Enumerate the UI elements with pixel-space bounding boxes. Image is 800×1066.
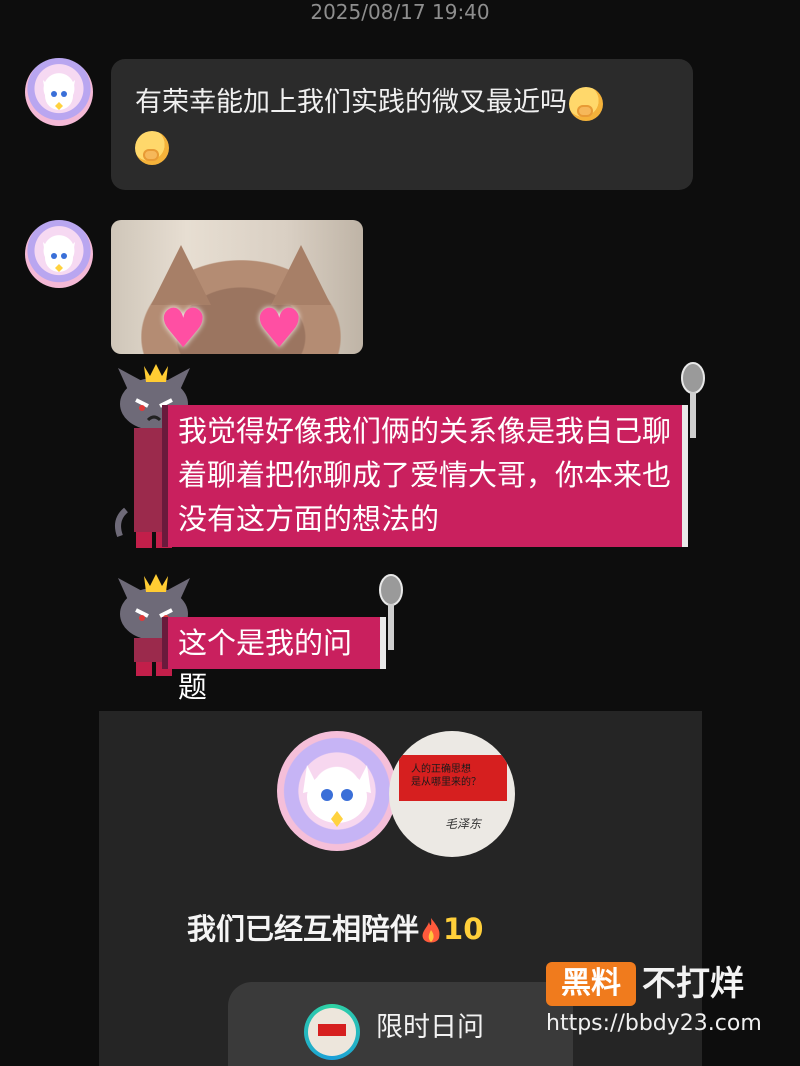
sticker-line: 我觉得好像我们俩的关系像是我自己聊 [178,414,672,448]
flame-icon [422,918,440,943]
message-text: 有荣幸能加上我们实践的微叉最近吗 [135,87,567,118]
cat-ear-right [271,245,331,305]
red-quote-label: 人的正确思想 是从哪里来的？ [399,755,507,801]
companionship-days: 10 [443,912,484,946]
message-timestamp: 2025/08/17 19:40 [310,0,490,24]
cat-avatar-icon [303,765,371,827]
watermark-badge: 黑料 [546,962,636,1006]
question-avatar-ring [304,1004,360,1060]
watermark-url: https://bbdy23.com [546,1011,762,1036]
quote-line: 人的正确思想 [411,764,471,775]
my-avatar [277,731,397,851]
quote-line: 是从哪里来的？ [411,777,481,788]
site-watermark: 黑料 不打烊 [546,962,776,1008]
heart-icon: ♥ [159,297,208,355]
partner-avatar: 人的正确思想 是从哪里来的？ 毛泽东 [389,731,515,857]
blushing-face-icon [135,130,169,165]
sticker-line: 着聊着把你聊成了爱情大哥，你本来也 [178,458,672,492]
companionship-text: 我们已经互相陪伴 10 [187,909,483,949]
sticker-message[interactable]: 这个是我的问题 [162,617,386,704]
cat-avatar-icon [43,242,75,272]
user-avatar[interactable] [25,58,93,126]
heart-icon: ♥ [255,297,304,355]
message-bubble-text[interactable]: 有荣幸能加上我们实践的微叉最近吗 [111,59,693,190]
user-avatar[interactable] [25,220,93,288]
cat-ear-left [151,245,211,305]
sticker-line: 这个是我的问题 [178,626,353,704]
daily-question-label: 限时日问 [376,1012,484,1043]
companionship-label: 我们已经互相陪伴 [187,912,420,946]
sticker-message[interactable]: 我觉得好像我们俩的关系像是我自己聊 着聊着把你聊成了爱情大哥，你本来也 没有这方… [162,405,688,547]
cat-avatar-icon [43,80,75,110]
blushing-face-icon [569,86,603,121]
sticker-line: 没有这方面的想法的 [178,502,440,536]
cat-photo-message[interactable]: ♥ ♥ [111,220,363,354]
signature: 毛泽东 [445,817,482,831]
daily-question-button[interactable]: 限时日问 [228,982,573,1066]
watermark-text: 不打烊 [642,964,744,1004]
